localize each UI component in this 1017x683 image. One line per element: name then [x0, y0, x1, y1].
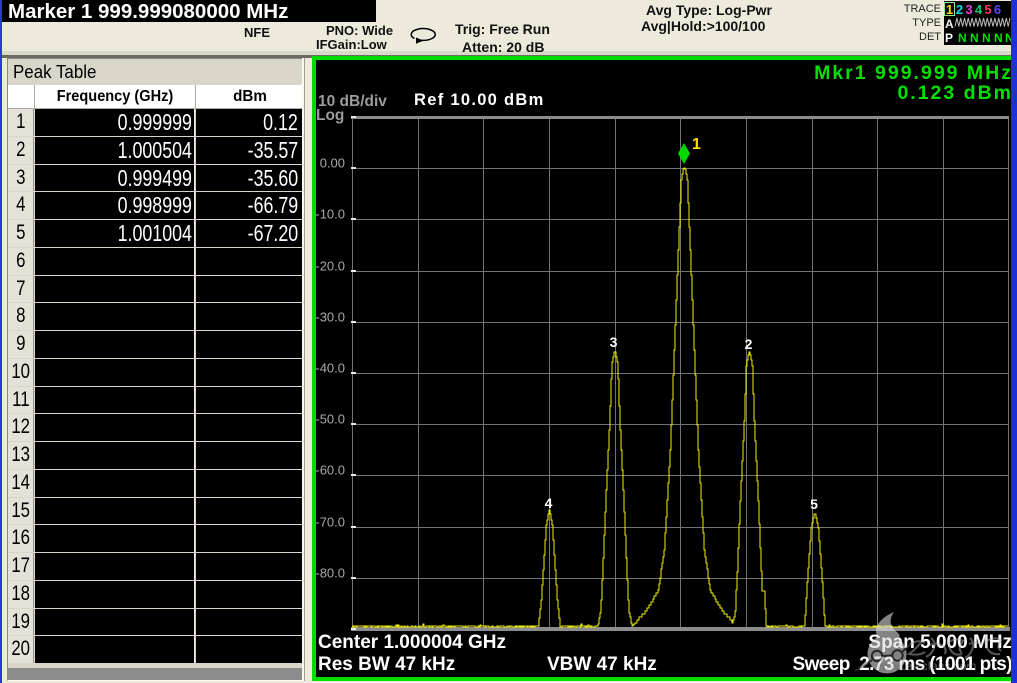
- svg-text:4: 4: [545, 495, 553, 511]
- svg-text:-20.0: -20.0: [315, 259, 345, 274]
- svg-text:0.00: 0.00: [320, 156, 345, 171]
- svg-text:-60.0: -60.0: [315, 463, 345, 478]
- svg-text:-10.0: -10.0: [315, 207, 345, 222]
- svg-text:www.elecfans.com: www.elecfans.com: [876, 659, 976, 673]
- svg-text:-80.0: -80.0: [315, 566, 345, 581]
- svg-text:-40.0: -40.0: [315, 361, 345, 376]
- svg-text:2: 2: [745, 336, 753, 352]
- svg-text:1: 1: [692, 136, 701, 153]
- svg-text:-50.0: -50.0: [315, 412, 345, 427]
- svg-text:5: 5: [810, 496, 818, 512]
- svg-text:-70.0: -70.0: [315, 515, 345, 530]
- svg-text:3: 3: [610, 334, 618, 350]
- svg-text:-30.0: -30.0: [315, 310, 345, 325]
